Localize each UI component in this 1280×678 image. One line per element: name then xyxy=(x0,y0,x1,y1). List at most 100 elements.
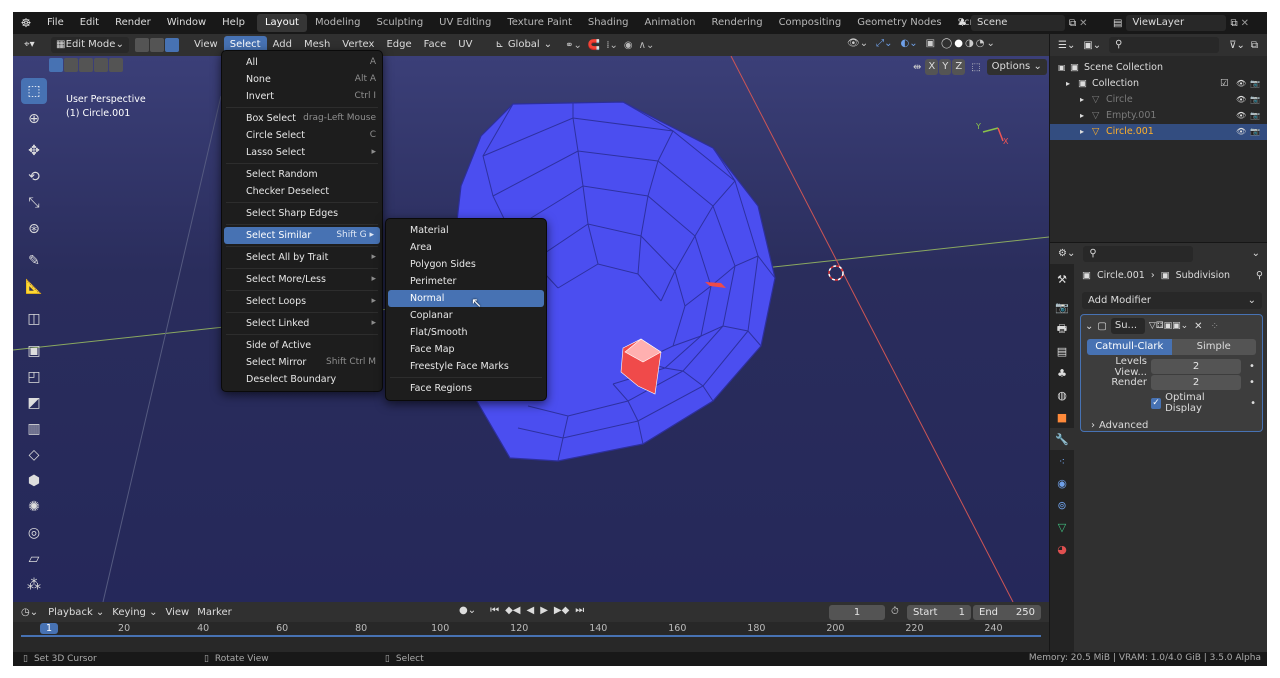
playback-menu[interactable]: Playback ⌄ xyxy=(48,607,104,618)
add-modifier-button[interactable]: Add Modifier ⌄ xyxy=(1082,292,1262,309)
tab-rendering[interactable]: Rendering xyxy=(703,14,770,32)
tab-modeling[interactable]: Modeling xyxy=(307,14,369,32)
modifier-name-field[interactable]: Su... xyxy=(1110,318,1145,334)
extend-selection-icon[interactable] xyxy=(64,58,78,72)
smooth-tool-icon[interactable]: ◎ xyxy=(21,520,47,546)
constraints-tab-icon[interactable]: ⊚ xyxy=(1050,494,1074,516)
select-item-circle-select[interactable]: Circle Select C xyxy=(222,127,382,144)
chevron-down-icon[interactable]: ⌄ xyxy=(1252,248,1260,259)
outliner-search[interactable]: ⚲ xyxy=(1109,37,1220,53)
filter-icon[interactable]: ⊽⌄ xyxy=(1229,40,1245,51)
header-menu-view[interactable]: View xyxy=(188,36,224,54)
shear-tool-icon[interactable]: ▱ xyxy=(21,546,47,572)
catmull-clark-tab[interactable]: Catmull-Clark xyxy=(1087,339,1172,355)
vertex-select-icon[interactable] xyxy=(135,38,149,52)
visibility-icon[interactable]: 👁⌄ xyxy=(847,38,868,49)
scene-field[interactable]: Scene xyxy=(970,15,1065,31)
marker-menu[interactable]: Marker xyxy=(197,607,232,618)
mode-dropdown[interactable]: ▦ Edit Mode ⌄ xyxy=(51,37,129,53)
current-frame-field[interactable]: 1 xyxy=(829,605,885,620)
outliner-item-collection[interactable]: ▸ ▣ Collection 👁 📷 ☑ xyxy=(1050,76,1267,92)
expand-arrow-icon[interactable]: ▸ xyxy=(1066,76,1070,92)
select-item-select-loops[interactable]: Select Loops ▸ xyxy=(222,293,382,310)
similar-item-normal[interactable]: Normal xyxy=(388,290,544,307)
gizmo-icon[interactable]: ⤢⌄ xyxy=(876,38,892,49)
loop-cut-tool-icon[interactable]: ▥ xyxy=(21,416,47,442)
visibility-icon[interactable]: 👁 xyxy=(1236,76,1246,92)
new-collection-icon[interactable]: ⧉ xyxy=(1251,40,1258,51)
blender-logo-icon[interactable]: ☸ xyxy=(13,16,39,30)
orientation-dropdown[interactable]: ⊾ Global ⌄ xyxy=(490,37,558,53)
poly-build-tool-icon[interactable]: ⬢ xyxy=(21,468,47,494)
close-viewlayer-icon[interactable]: ✕ xyxy=(1241,18,1249,29)
clock-icon[interactable]: ◷⌄ xyxy=(21,607,38,618)
rotate-tool-icon[interactable]: ⟲ xyxy=(21,164,47,190)
scale-tool-icon[interactable]: ⤡ xyxy=(21,190,47,216)
snap-icon[interactable]: 🧲 xyxy=(588,40,600,51)
bevel-tool-icon[interactable]: ◩ xyxy=(21,390,47,416)
similar-item-face-map[interactable]: Face Map xyxy=(386,341,546,358)
rip-tool-icon[interactable]: ⁂ xyxy=(21,572,47,598)
measure-tool-icon[interactable]: 📐 xyxy=(21,274,47,300)
outliner-item-circle[interactable]: ▸ ▽ Circle 👁 📷 xyxy=(1050,92,1267,108)
knife-tool-icon[interactable]: ◇ xyxy=(21,442,47,468)
particles-tab-icon[interactable]: ⁖ xyxy=(1050,450,1074,472)
menu-help[interactable]: Help xyxy=(214,14,253,32)
display-mode-icon[interactable]: ▣⌄ xyxy=(1083,40,1101,51)
menu-render[interactable]: Render xyxy=(107,14,159,32)
new-viewlayer-icon[interactable]: ⧉ xyxy=(1230,18,1237,29)
outliner-item-circle-001[interactable]: ▸ ▽ Circle.001 👁 📷 xyxy=(1050,124,1267,140)
render-tab-icon[interactable]: 📷 xyxy=(1050,296,1074,318)
options-dropdown[interactable]: Options ⌄ xyxy=(986,59,1047,75)
tab-animation[interactable]: Animation xyxy=(637,14,704,32)
menu-edit[interactable]: Edit xyxy=(72,14,107,32)
tab-compositing[interactable]: Compositing xyxy=(771,14,850,32)
select-item-select-similar[interactable]: Select Similar Shift G ▸ xyxy=(224,227,380,244)
tab-layout[interactable]: Layout xyxy=(256,14,307,32)
modifier-tab-icon[interactable]: 🔧 xyxy=(1050,428,1074,450)
play-icon[interactable]: ▶ xyxy=(540,605,548,616)
drag-handle-icon[interactable]: ⁘ xyxy=(1211,321,1219,332)
face-select-icon[interactable] xyxy=(165,38,179,52)
tab-texture-paint[interactable]: Texture Paint xyxy=(499,14,580,32)
shading-options-icon[interactable]: ⌄ xyxy=(986,38,994,49)
outliner-item-scene-collection[interactable]: ▣ ▣ Scene Collection xyxy=(1050,60,1267,76)
select-box-tool-icon[interactable]: ⬚ xyxy=(21,78,47,104)
select-item-side-of-active[interactable]: Side of Active xyxy=(222,337,382,354)
transform-tool-icon[interactable]: ⊛ xyxy=(21,216,47,242)
jump-start-icon[interactable]: ⏮ xyxy=(490,605,499,616)
select-item-deselect-boundary[interactable]: Deselect Boundary xyxy=(222,371,382,388)
menu-file[interactable]: File xyxy=(39,14,72,32)
remove-modifier-icon[interactable]: ✕ xyxy=(1194,321,1202,332)
spin-tool-icon[interactable]: ✺ xyxy=(21,494,47,520)
new-selection-icon[interactable] xyxy=(49,58,63,72)
outliner-editor-icon[interactable]: ☰⌄ xyxy=(1058,40,1075,51)
header-menu-face[interactable]: Face xyxy=(418,36,453,54)
keyframe-dot-icon[interactable]: • xyxy=(1249,377,1255,388)
mirror-z-toggle[interactable]: Z xyxy=(952,59,966,75)
new-scene-icon[interactable]: ⧉ xyxy=(1069,18,1076,29)
collapse-icon[interactable]: ⌄ xyxy=(1085,321,1093,332)
select-item-all[interactable]: All A xyxy=(222,54,382,71)
render-levels-field[interactable]: 2 xyxy=(1151,375,1241,390)
output-tab-icon[interactable]: 🖶 xyxy=(1050,318,1074,340)
select-item-invert[interactable]: Invert Ctrl I xyxy=(222,88,382,105)
timeline-ruler[interactable]: 1 20 40 60 80 100 120 140 160 180 200 220 240 xyxy=(13,622,1049,652)
tab-sculpting[interactable]: Sculpting xyxy=(368,14,431,32)
select-item-lasso-select[interactable]: Lasso Select ▸ xyxy=(222,144,382,161)
physics-tab-icon[interactable]: ◉ xyxy=(1050,472,1074,494)
outliner-item-empty-001[interactable]: ▸ ▽ Empty.001 👁 📷 xyxy=(1050,108,1267,124)
start-frame-field[interactable]: Start 1 xyxy=(907,605,971,620)
visibility-icon[interactable]: 👁 xyxy=(1236,108,1246,124)
material-tab-icon[interactable]: ◕ xyxy=(1050,538,1074,560)
pivot-icon[interactable]: ⚭⌄ xyxy=(565,40,582,51)
scene-selector[interactable]: ♣ Scene ⧉ ✕ xyxy=(958,15,1088,31)
edge-select-icon[interactable] xyxy=(150,38,164,52)
similar-item-face-regions[interactable]: Face Regions xyxy=(386,380,546,397)
record-icon[interactable]: ●⌄ xyxy=(459,605,476,616)
keying-menu[interactable]: Keying ⌄ xyxy=(112,607,157,618)
invert-selection-icon[interactable] xyxy=(94,58,108,72)
falloff-icon[interactable]: ∧⌄ xyxy=(639,40,655,51)
editor-type-icon[interactable]: ⌖▾ xyxy=(19,37,45,53)
select-item-none[interactable]: None Alt A xyxy=(222,71,382,88)
